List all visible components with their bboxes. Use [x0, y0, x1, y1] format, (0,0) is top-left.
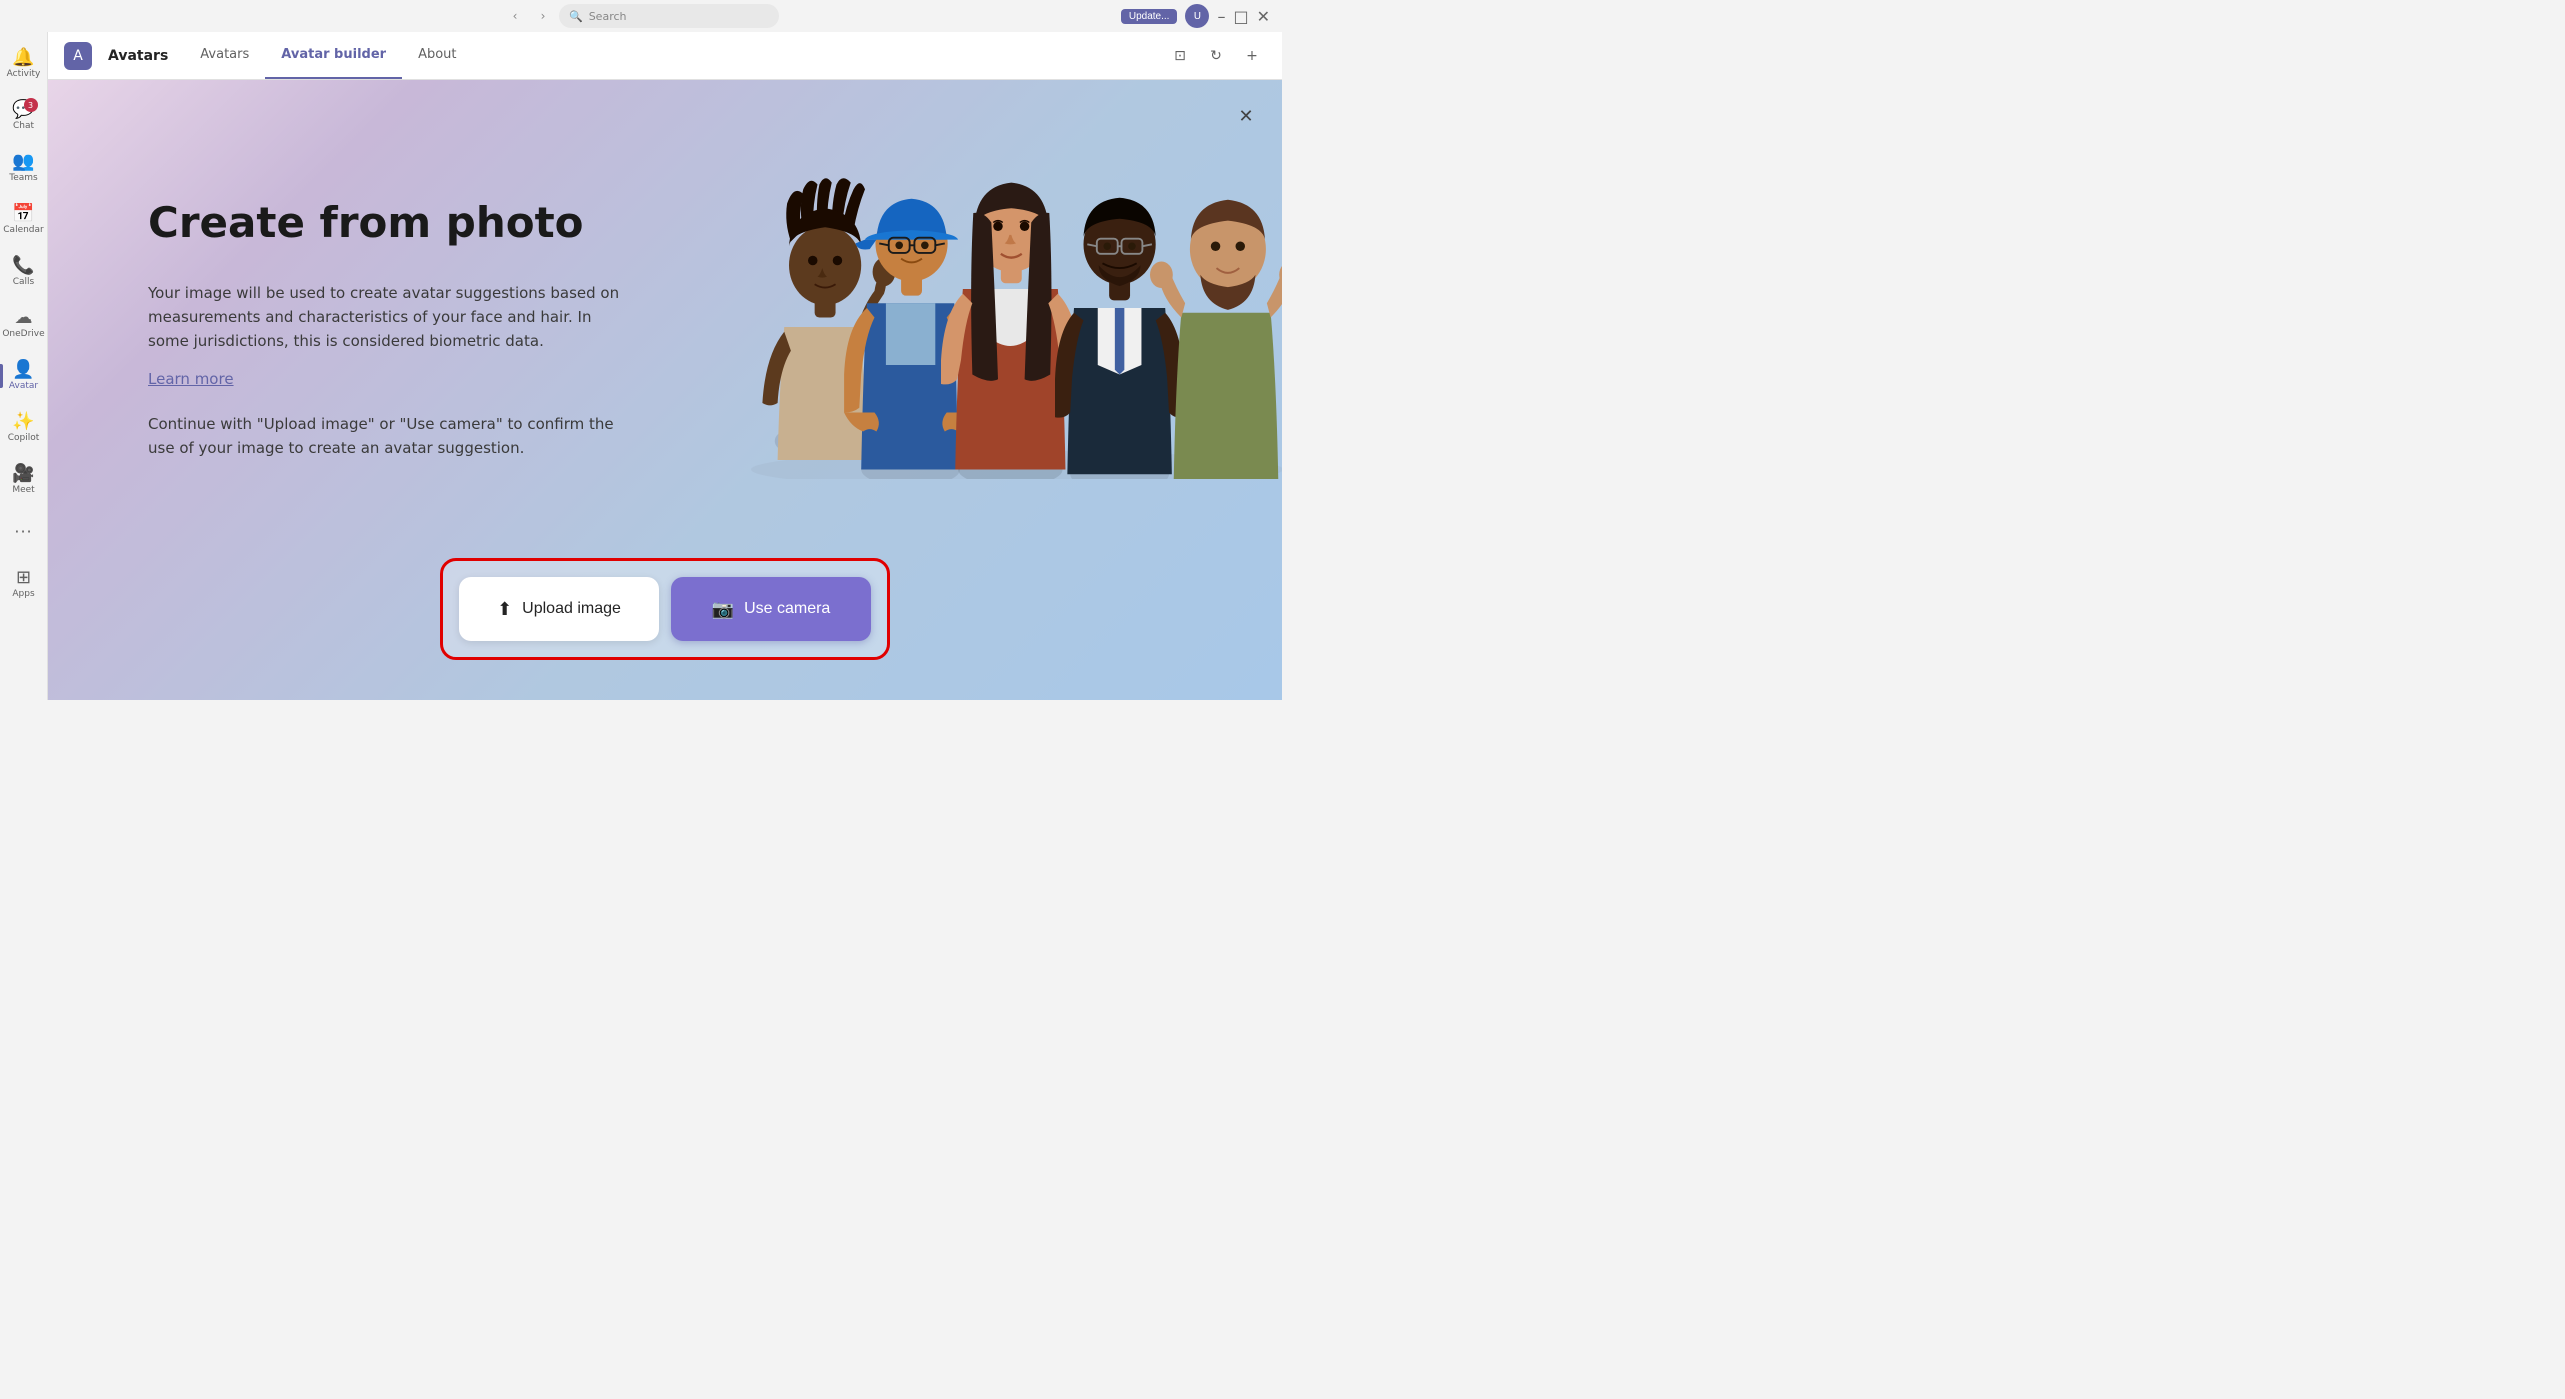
main-content: A Avatars Avatars Avatar builder About ⊡… — [48, 32, 1282, 700]
upload-icon: ⬆ — [497, 599, 512, 620]
tab-avatars[interactable]: Avatars — [184, 32, 265, 79]
close-window-button[interactable]: ✕ — [1257, 7, 1270, 26]
sidebar-label-calls: Calls — [13, 277, 35, 287]
use-camera-button[interactable]: 📷 Use camera — [671, 577, 871, 641]
app-header: A Avatars Avatars Avatar builder About ⊡… — [48, 32, 1282, 80]
activity-icon: 🔔 — [12, 49, 34, 67]
popout-icon[interactable]: ⊡ — [1166, 42, 1194, 70]
update-button[interactable]: Update... — [1121, 9, 1178, 24]
modal-background: ✕ Create from photo Your image will be u… — [48, 80, 1282, 700]
app-logo: A — [64, 42, 92, 70]
chat-badge: 3 — [24, 98, 38, 112]
sidebar-label-meet: Meet — [12, 485, 34, 495]
sidebar-label-teams: Teams — [9, 173, 37, 183]
nav-tabs: Avatars Avatar builder About — [184, 32, 472, 79]
search-bar[interactable]: 🔍 Search — [559, 4, 779, 28]
close-button[interactable]: ✕ — [1230, 100, 1262, 132]
avatars-group-svg — [727, 99, 1282, 479]
sidebar-label-chat: Chat — [13, 121, 34, 131]
sidebar-item-onedrive[interactable]: ☁ OneDrive — [4, 300, 44, 348]
sidebar-item-chat[interactable]: 💬 Chat 3 — [4, 92, 44, 140]
sidebar-item-teams[interactable]: 👥 Teams — [4, 144, 44, 192]
text-section: Create from photo Your image will be use… — [48, 138, 727, 479]
tab-about[interactable]: About — [402, 32, 472, 79]
onedrive-icon: ☁ — [15, 309, 33, 327]
confirm-text: Continue with "Upload image" or "Use cam… — [148, 412, 628, 460]
sidebar-item-more[interactable]: ··· — [4, 508, 44, 556]
camera-label: Use camera — [744, 600, 830, 618]
back-button[interactable]: ‹ — [503, 4, 527, 28]
sidebar-item-meet[interactable]: 🎥 Meet — [4, 456, 44, 504]
teams-icon: 👥 — [12, 153, 34, 171]
more-icon: ··· — [14, 524, 32, 540]
minimize-button[interactable]: – — [1217, 7, 1225, 26]
sidebar-label-avatar: Avatar — [9, 381, 38, 391]
sidebar-item-copilot[interactable]: ✨ Copilot — [4, 404, 44, 452]
content-row: Create from photo Your image will be use… — [48, 80, 1282, 538]
refresh-icon[interactable]: ↻ — [1202, 42, 1230, 70]
sidebar-label-activity: Activity — [7, 69, 41, 79]
buttons-highlight-container: ⬆ Upload image 📷 Use camera — [440, 558, 890, 660]
learn-more-link[interactable]: Learn more — [148, 370, 234, 388]
title-bar: ‹ › 🔍 Search Update... U – □ ✕ — [0, 0, 1282, 32]
avatar-illustration-section — [727, 99, 1282, 519]
copilot-icon: ✨ — [12, 413, 34, 431]
add-icon[interactable]: + — [1238, 42, 1266, 70]
sidebar-item-activity[interactable]: 🔔 Activity — [4, 40, 44, 88]
sidebar-item-calls[interactable]: 📞 Calls — [4, 248, 44, 296]
app-layout: 🔔 Activity 💬 Chat 3 👥 Teams 📅 Calendar 📞… — [0, 32, 1282, 700]
calendar-icon: 📅 — [12, 205, 34, 223]
main-heading: Create from photo — [148, 198, 647, 248]
modal-content: Create from photo Your image will be use… — [48, 80, 1282, 700]
search-icon: 🔍 — [569, 10, 583, 23]
calls-icon: 📞 — [12, 257, 34, 275]
sidebar: 🔔 Activity 💬 Chat 3 👥 Teams 📅 Calendar 📞… — [0, 32, 48, 700]
sidebar-item-avatar[interactable]: 👤 Avatar — [4, 352, 44, 400]
bottom-section: ⬆ Upload image 📷 Use camera — [48, 538, 1282, 700]
avatar-nav-icon: 👤 — [12, 361, 34, 379]
upload-label: Upload image — [522, 600, 621, 618]
sidebar-label-calendar: Calendar — [3, 225, 43, 235]
sidebar-item-apps[interactable]: ⊞ Apps — [4, 560, 44, 608]
header-right: ⊡ ↻ + — [1166, 42, 1266, 70]
title-bar-right: Update... U – □ ✕ — [1121, 4, 1270, 28]
title-bar-nav: ‹ › 🔍 Search — [503, 4, 779, 28]
search-placeholder: Search — [589, 10, 627, 23]
sidebar-label-copilot: Copilot — [8, 433, 40, 443]
meet-icon: 🎥 — [12, 465, 34, 483]
apps-icon: ⊞ — [16, 569, 31, 587]
tab-avatar-builder[interactable]: Avatar builder — [265, 32, 402, 79]
app-title: Avatars — [108, 48, 168, 64]
camera-icon: 📷 — [712, 599, 734, 620]
user-avatar[interactable]: U — [1185, 4, 1209, 28]
maximize-button[interactable]: □ — [1233, 7, 1248, 26]
upload-image-button[interactable]: ⬆ Upload image — [459, 577, 659, 641]
forward-button[interactable]: › — [531, 4, 555, 28]
description-text: Your image will be used to create avatar… — [148, 281, 628, 353]
sidebar-item-calendar[interactable]: 📅 Calendar — [4, 196, 44, 244]
sidebar-label-onedrive: OneDrive — [2, 329, 44, 339]
sidebar-label-apps: Apps — [12, 589, 34, 599]
